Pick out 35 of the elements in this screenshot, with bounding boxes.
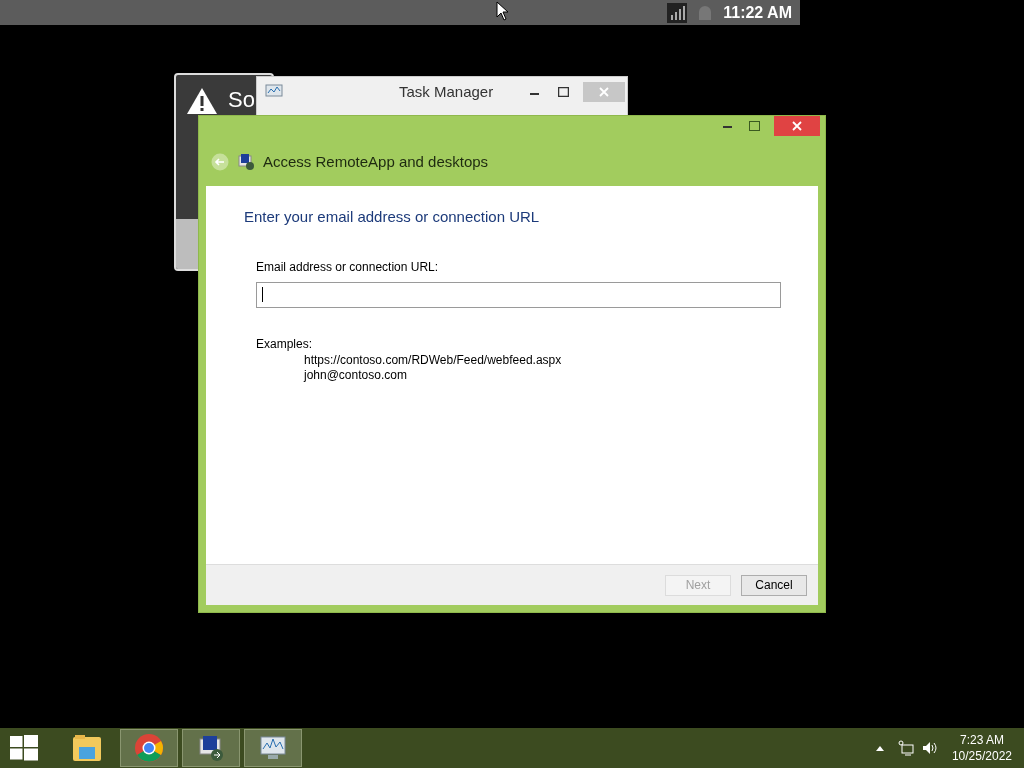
mouse-pointer-icon	[496, 1, 508, 21]
window-title: Task Manager	[399, 81, 494, 102]
windows-start-icon[interactable]	[10, 735, 38, 761]
examples-label: Examples:	[256, 335, 314, 353]
task-manager-icon	[265, 84, 283, 100]
clock[interactable]: 7:23 AM 10/25/2022	[951, 732, 1012, 764]
taskbar-app-button[interactable]	[120, 729, 178, 767]
taskbar-app-button[interactable]	[182, 729, 240, 767]
close-button[interactable]	[774, 116, 820, 136]
close-icon	[599, 87, 609, 97]
network-icon[interactable]	[897, 740, 914, 756]
folder-icon	[71, 733, 103, 763]
show-hidden-icons-icon[interactable]	[875, 745, 884, 751]
chrome-icon	[134, 733, 164, 763]
dialog-title: So	[228, 89, 255, 111]
taskbar-app-button[interactable]	[244, 729, 302, 767]
maximize-icon[interactable]	[558, 87, 569, 97]
close-icon	[792, 121, 802, 131]
remote-desktop-icon	[196, 733, 226, 763]
example-text: https://contoso.com/RDWeb/Feed/webfeed.aspx	[304, 352, 563, 368]
example-text: john@contoso.com	[304, 367, 408, 383]
signal-icon	[667, 2, 688, 23]
warning-icon	[186, 87, 218, 115]
clock-date: 10/25/2022	[951, 748, 1012, 764]
url-input-field[interactable]	[256, 281, 781, 308]
remote-desktop-icon	[237, 153, 255, 171]
field-label: Email address or connection URL:	[256, 258, 440, 276]
page-heading: Enter your email address or connection URL	[244, 207, 541, 227]
volume-icon[interactable]	[921, 740, 938, 756]
minimize-icon[interactable]	[723, 126, 733, 130]
wizard-button[interactable]: Cancel	[741, 574, 807, 596]
window-title: Access RemoteApp and desktops	[263, 151, 489, 172]
clock-time: 7:23 AM	[959, 732, 1004, 748]
text-cursor	[262, 287, 263, 302]
status-time: 11:22 AM	[723, 2, 792, 23]
